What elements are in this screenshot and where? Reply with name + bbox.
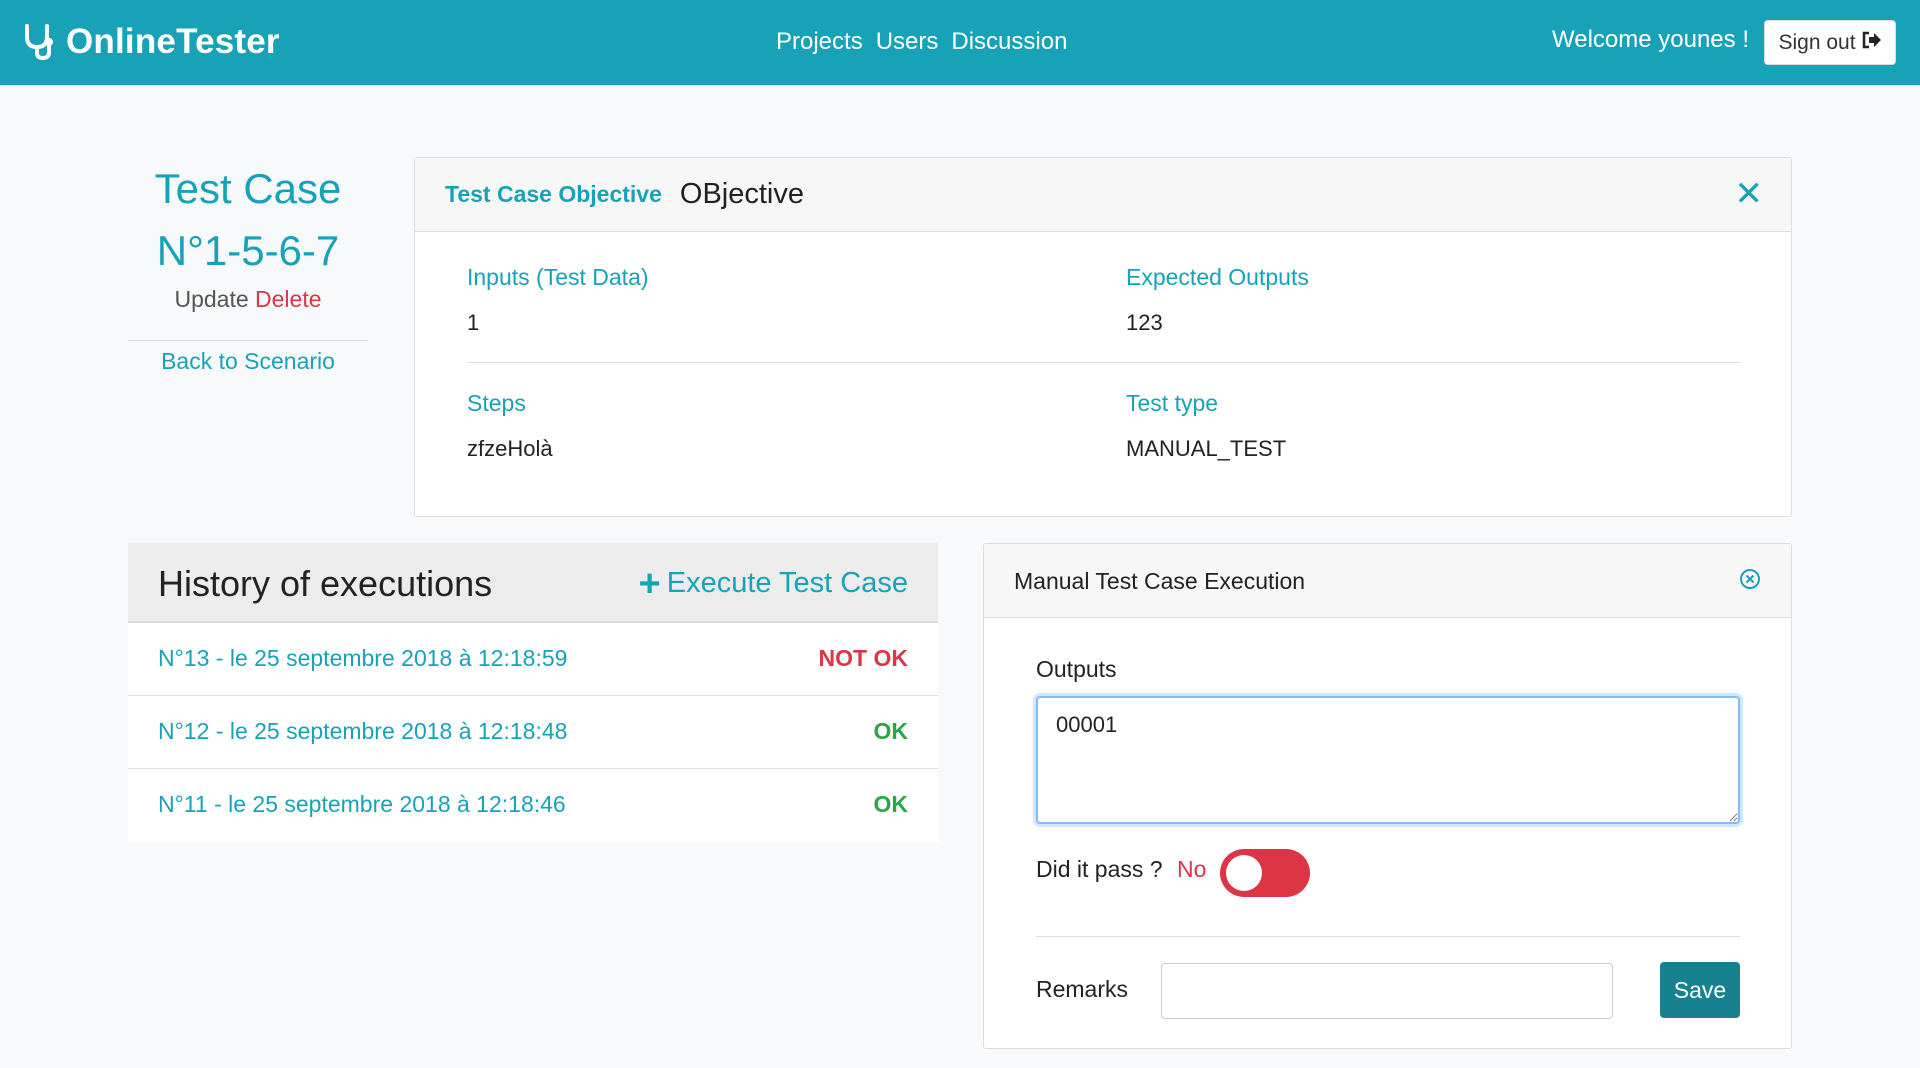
objective-divider <box>467 362 1741 363</box>
toggle-knob <box>1226 855 1262 891</box>
nav-links: Projects Users Discussion <box>776 28 1067 56</box>
outputs-label: Outputs <box>1036 656 1117 682</box>
objective-value: OBjective <box>679 178 805 210</box>
steps-value: zfzeHolà <box>467 436 553 461</box>
history-row-label: N°12 - le 25 septembre 2018 à 12:18:48 <box>158 718 568 744</box>
expected-outputs-value: 123 <box>1126 310 1163 335</box>
history-header: History of executions + Execute Test Cas… <box>128 543 938 623</box>
steps-label: Steps <box>467 390 526 416</box>
test-type-label: Test type <box>1126 390 1219 416</box>
execution-title: Manual Test Case Execution <box>1014 568 1306 594</box>
sign-out-icon <box>1862 31 1882 55</box>
pass-status-label: No <box>1177 856 1207 882</box>
nav-link-discussion[interactable]: Discussion <box>951 28 1067 56</box>
history-panel: History of executions + Execute Test Cas… <box>128 543 938 842</box>
plus-icon: + <box>638 562 661 605</box>
remarks-input[interactable] <box>1161 963 1613 1019</box>
inputs-value: 1 <box>467 310 480 335</box>
remarks-label: Remarks <box>1036 976 1129 1002</box>
history-row-label: N°11 - le 25 septembre 2018 à 12:18:46 <box>158 791 566 817</box>
outputs-textarea[interactable]: 00001 <box>1036 696 1740 824</box>
close-icon[interactable]: ✕ <box>1735 176 1764 212</box>
history-row-status: OK <box>873 718 909 744</box>
brand-name: OnlineTester <box>66 22 280 61</box>
test-case-actions: Update Delete <box>128 286 368 313</box>
pass-toggle[interactable] <box>1220 849 1310 897</box>
history-row-status: NOT OK <box>818 645 908 671</box>
history-row[interactable]: N°12 - le 25 septembre 2018 à 12:18:48 O… <box>128 696 938 769</box>
expected-outputs-label: Expected Outputs <box>1126 264 1309 290</box>
sign-out-label: Sign out <box>1778 30 1856 54</box>
history-row-label: N°13 - le 25 septembre 2018 à 12:18:59 <box>158 645 568 671</box>
objective-header: Test Case Objective OBjective ✕ <box>415 158 1791 232</box>
stethoscope-icon <box>22 23 56 61</box>
history-row[interactable]: N°11 - le 25 septembre 2018 à 12:18:46 O… <box>128 769 938 842</box>
execution-header: Manual Test Case Execution <box>984 544 1791 618</box>
update-link[interactable]: Update <box>174 286 248 312</box>
inputs-label: Inputs (Test Data) <box>467 264 649 290</box>
welcome-message: Welcome younes ! <box>1552 26 1749 53</box>
sign-out-button[interactable]: Sign out <box>1764 20 1896 65</box>
test-type-value: MANUAL_TEST <box>1126 436 1287 461</box>
history-title: History of executions <box>158 563 493 604</box>
save-button[interactable]: Save <box>1660 962 1740 1018</box>
nav-link-projects[interactable]: Projects <box>776 28 863 56</box>
delete-link[interactable]: Delete <box>255 286 321 312</box>
execution-card: Manual Test Case Execution Outputs 00001… <box>983 543 1792 1049</box>
left-divider <box>128 340 368 341</box>
execute-test-case-button[interactable]: + Execute Test Case <box>638 562 908 605</box>
test-case-title: Test Case N°1-5-6-7 <box>128 158 368 282</box>
history-row[interactable]: N°13 - le 25 septembre 2018 à 12:18:59 N… <box>128 623 938 696</box>
execute-test-case-label: Execute Test Case <box>666 567 908 599</box>
objective-card: Test Case Objective OBjective ✕ Inputs (… <box>414 157 1792 517</box>
navbar: OnlineTester Projects Users Discussion W… <box>0 0 1920 85</box>
history-row-status: OK <box>873 791 909 817</box>
test-case-number: N°1-5-6-7 <box>156 227 340 274</box>
did-it-pass-label: Did it pass ? <box>1036 856 1163 882</box>
execution-divider <box>1036 936 1740 937</box>
back-to-scenario-link[interactable]: Back to Scenario <box>128 348 368 375</box>
close-circle-icon[interactable] <box>1739 568 1761 590</box>
test-case-title-line1: Test Case <box>154 165 342 212</box>
objective-label: Test Case Objective <box>445 181 662 207</box>
brand[interactable]: OnlineTester <box>22 18 280 66</box>
nav-link-users[interactable]: Users <box>876 28 939 56</box>
